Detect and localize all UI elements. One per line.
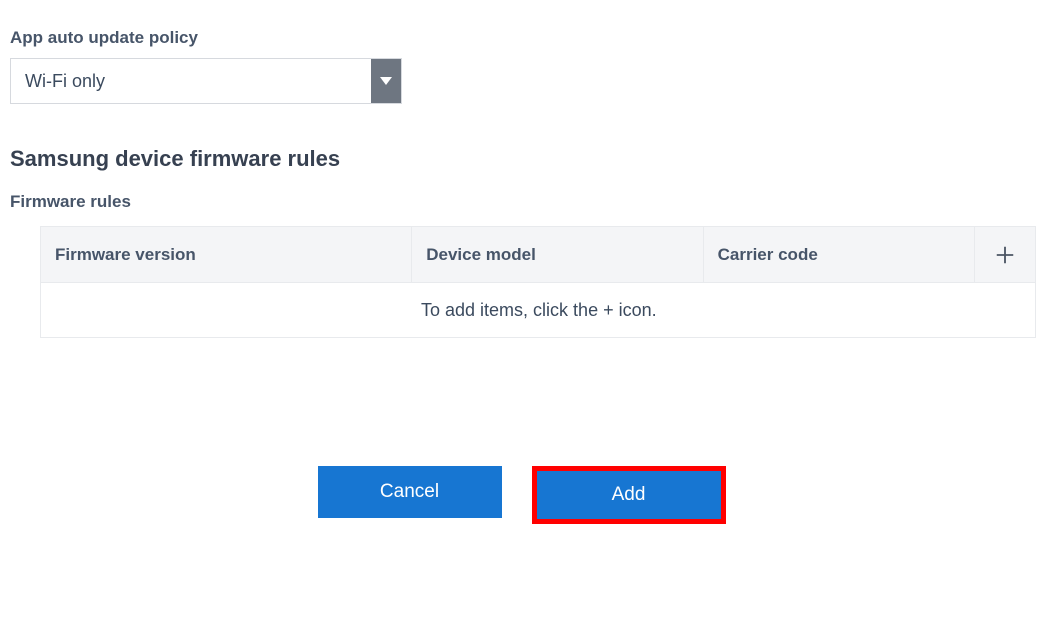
th-carrier-code: Carrier code bbox=[704, 227, 975, 282]
cancel-button[interactable]: Cancel bbox=[318, 466, 502, 518]
firmware-rules-table: Firmware version Device model Carrier co… bbox=[40, 226, 1036, 338]
section-heading: Samsung device firmware rules bbox=[10, 146, 1033, 172]
policy-select-value: Wi-Fi only bbox=[11, 59, 371, 103]
add-row-button[interactable] bbox=[975, 227, 1035, 282]
add-button[interactable]: Add bbox=[537, 471, 721, 519]
chevron-down-icon bbox=[371, 59, 401, 103]
firmware-rules-label: Firmware rules bbox=[10, 192, 1033, 212]
th-firmware-version: Firmware version bbox=[41, 227, 412, 282]
table-header-row: Firmware version Device model Carrier co… bbox=[41, 227, 1035, 283]
table-empty-message: To add items, click the + icon. bbox=[41, 300, 1035, 321]
th-device-model: Device model bbox=[412, 227, 703, 282]
button-bar: Cancel Add bbox=[10, 466, 1033, 524]
table-empty-row: To add items, click the + icon. bbox=[41, 283, 1035, 337]
policy-label: App auto update policy bbox=[10, 28, 1033, 48]
add-button-highlight: Add bbox=[532, 466, 726, 524]
policy-select[interactable]: Wi-Fi only bbox=[10, 58, 402, 104]
plus-icon bbox=[994, 244, 1016, 266]
